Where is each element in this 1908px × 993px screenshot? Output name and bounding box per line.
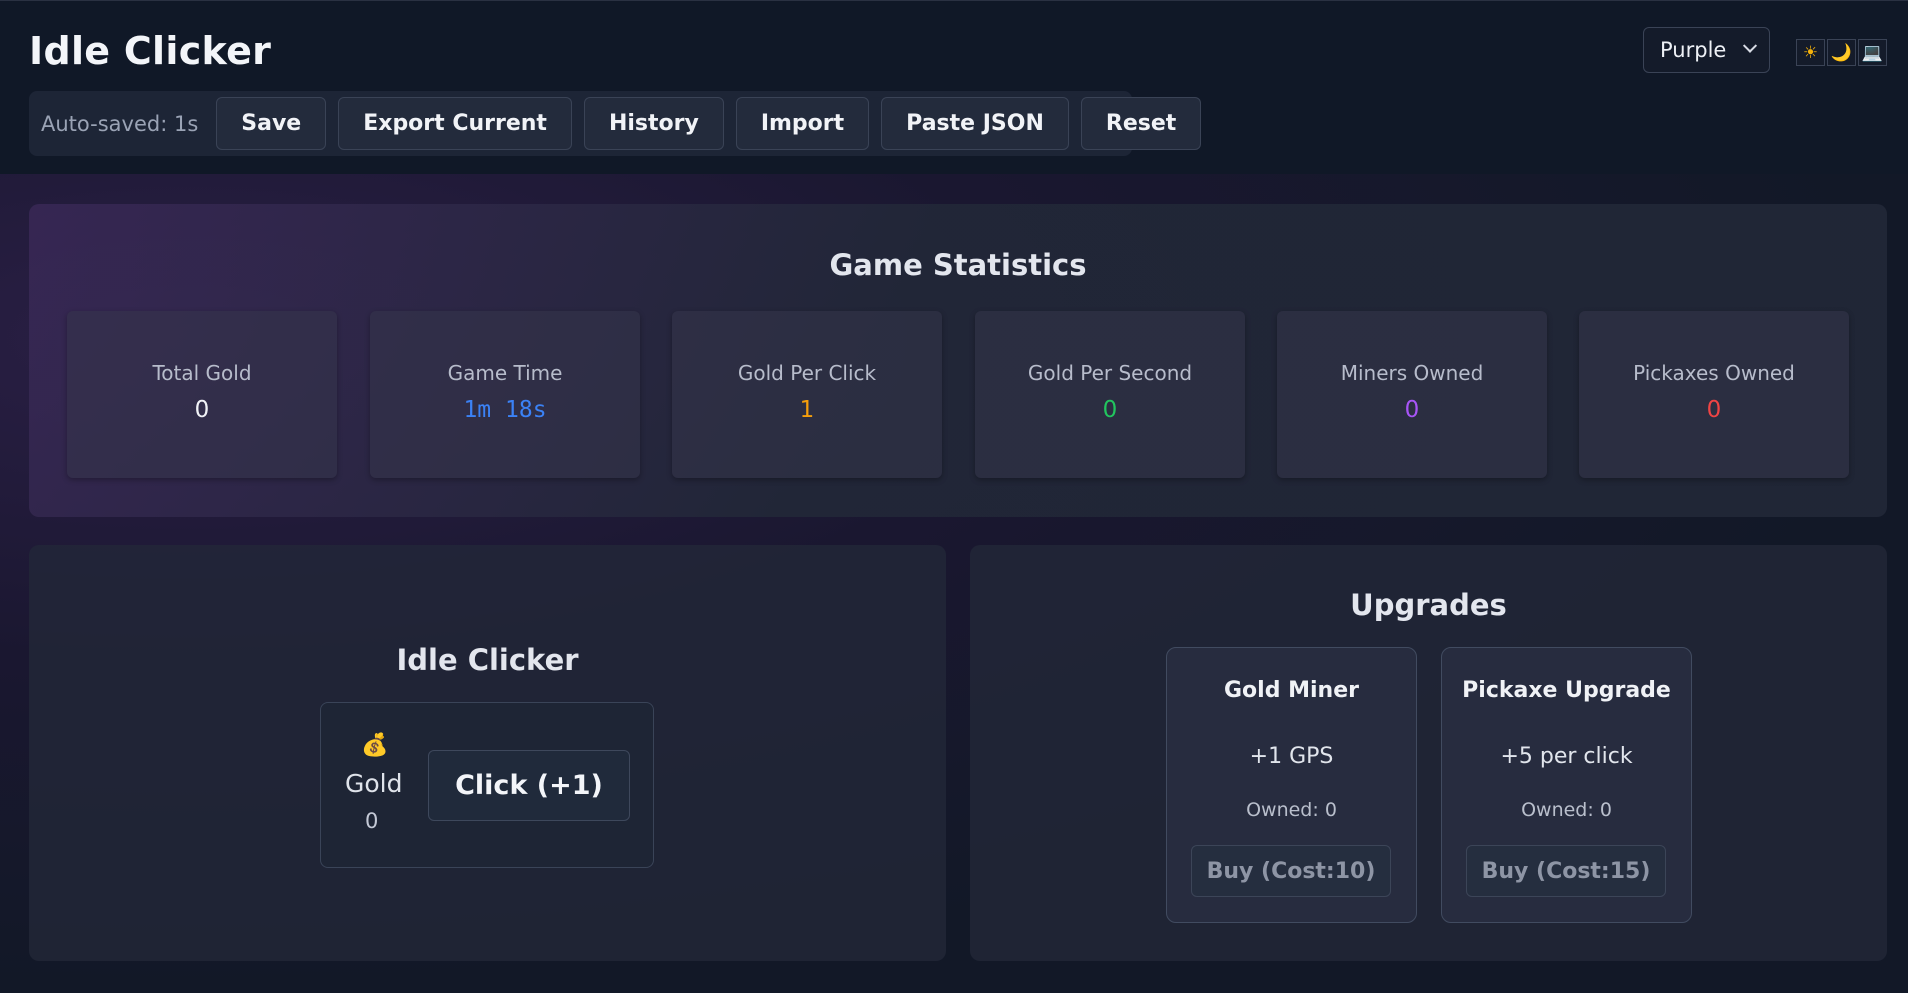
stat-label: Total Gold — [152, 361, 252, 385]
chevron-down-icon — [1742, 38, 1758, 53]
stat-value: 1m 18s — [463, 397, 547, 423]
upgrade-name: Pickaxe Upgrade — [1462, 678, 1671, 703]
stat-label: Game Time — [447, 361, 563, 385]
sun-icon[interactable]: ☀ — [1796, 39, 1825, 66]
gold-label: Gold — [345, 769, 403, 798]
stat-value: 0 — [194, 397, 210, 423]
stat-value: 1 — [799, 397, 815, 423]
owned-count: 0 — [1324, 799, 1337, 821]
stat-card-gold-per-click: Gold Per Click 1 — [672, 311, 942, 478]
reset-button[interactable]: Reset — [1080, 97, 1202, 150]
history-button[interactable]: History — [583, 97, 724, 150]
mode-toggle-group: ☀ 🌙 💻 — [1796, 39, 1887, 66]
stat-card-pickaxes-owned: Pickaxes Owned 0 — [1579, 311, 1849, 478]
stat-card-game-time: Game Time 1m 18s — [370, 311, 640, 478]
owned-label: Owned: — [1521, 799, 1594, 821]
export-current-button[interactable]: Export Current — [338, 97, 572, 150]
stat-label: Pickaxes Owned — [1633, 361, 1795, 385]
stats-title: Game Statistics — [829, 248, 1087, 282]
buy-pickaxe-button[interactable]: Buy (Cost:15) — [1466, 845, 1666, 897]
stat-card-miners-owned: Miners Owned 0 — [1277, 311, 1547, 478]
autosave-status: Auto-saved: 1s — [41, 111, 199, 136]
clicker-title: Idle Clicker — [396, 643, 579, 677]
moon-icon[interactable]: 🌙 — [1827, 39, 1856, 66]
upgrades-title: Upgrades — [1350, 588, 1507, 622]
gold-box: 💰 Gold 0 Click (+1) — [320, 702, 654, 868]
stat-card-gold-per-second: Gold Per Second 0 — [975, 311, 1245, 478]
import-button[interactable]: Import — [735, 97, 870, 150]
upgrade-owned: Owned: 0 — [1442, 799, 1691, 821]
stat-value: 0 — [1102, 397, 1118, 423]
gold-count: 0 — [365, 809, 379, 833]
theme-select[interactable]: Purple — [1643, 27, 1770, 73]
stat-label: Gold Per Click — [737, 361, 877, 385]
app-title: Idle Clicker — [29, 29, 272, 73]
upgrade-name: Gold Miner — [1224, 678, 1359, 703]
money-bag-icon: 💰 — [361, 733, 389, 758]
stat-label: Miners Owned — [1340, 361, 1484, 385]
stat-value: 0 — [1706, 397, 1722, 423]
stat-label: Gold Per Second — [1027, 361, 1193, 385]
save-toolbar: Auto-saved: 1s Save Export Current Histo… — [29, 91, 1202, 156]
top-header: Idle Clicker Auto-saved: 1s Save Export … — [0, 0, 1908, 174]
upgrade-owned: Owned: 0 — [1167, 799, 1416, 821]
stat-value: 0 — [1404, 397, 1420, 423]
click-button[interactable]: Click (+1) — [428, 750, 630, 821]
stat-card-total-gold: Total Gold 0 — [67, 311, 337, 478]
upgrade-card-gold-miner: Gold Miner +1 GPS Owned: 0 Buy (Cost:10) — [1166, 647, 1417, 923]
laptop-icon[interactable]: 💻 — [1858, 39, 1887, 66]
paste-json-button[interactable]: Paste JSON — [881, 97, 1069, 150]
save-button[interactable]: Save — [216, 97, 327, 150]
theme-select-value: Purple — [1660, 38, 1727, 62]
upgrade-card-pickaxe: Pickaxe Upgrade +5 per click Owned: 0 Bu… — [1441, 647, 1692, 923]
upgrade-effect: +5 per click — [1500, 744, 1633, 769]
buy-gold-miner-button[interactable]: Buy (Cost:10) — [1191, 845, 1391, 897]
upgrade-effect: +1 GPS — [1249, 744, 1334, 769]
owned-count: 0 — [1599, 799, 1612, 821]
owned-label: Owned: — [1246, 799, 1319, 821]
